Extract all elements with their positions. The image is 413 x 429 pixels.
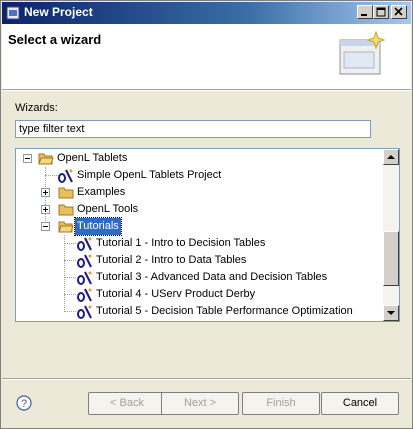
tree-item-label: Simple OpenL Tablets Project [77,169,222,181]
tree-item-label: Tutorial 2 - Intro to Data Tables [96,254,247,266]
eclipse-icon [6,6,20,20]
banner-divider [2,90,411,91]
tree-item-label: Tutorials [74,217,122,236]
tree-vertical-scrollbar[interactable] [383,149,399,321]
openl-wizard-icon [77,271,92,285]
expand-toggle-icon[interactable] [41,188,50,197]
back-button[interactable]: < Back [88,392,166,415]
new-wizard-banner-icon [339,30,386,75]
openl-wizard-icon [77,288,92,302]
help-icon[interactable]: ? [16,395,32,411]
openl-wizard-icon [77,305,92,319]
openl-wizard-icon [77,254,92,268]
tree-item-label: OpenL Tablets [57,152,128,164]
collapse-toggle-icon[interactable] [41,222,50,231]
maximize-icon [376,7,386,17]
wizards-label: Wizards: [15,102,58,114]
tree-item-tutorials[interactable]: Tutorials [16,217,376,236]
arrow-down-icon [387,311,395,315]
scroll-up-button[interactable] [383,149,399,165]
folder-open-icon [58,221,74,233]
tree-item-tutorial-1[interactable]: Tutorial 1 - Intro to Decision Tables [16,235,376,252]
tree-item-openl-tools[interactable]: OpenL Tools [16,201,376,218]
folder-icon [58,187,74,199]
close-button[interactable] [391,5,407,19]
cancel-button[interactable]: Cancel [321,392,399,415]
wizard-filter-input[interactable] [15,120,371,138]
scroll-down-button[interactable] [383,305,399,321]
scroll-thumb[interactable] [383,231,399,286]
tree-item-openl-tablets[interactable]: OpenL Tablets [16,150,376,167]
wizard-tree-content: OpenL Tablets Simple OpenL Tablets Proje… [16,149,383,321]
finish-button[interactable]: Finish [242,392,320,415]
tree-item-label: OpenL Tools [77,203,139,215]
tree-item-label: Examples [77,186,126,198]
page-title: Select a wizard [8,32,102,47]
tree-item-tutorial-5[interactable]: Tutorial 5 - Decision Table Performance … [16,303,376,320]
tree-item-tutorial-3[interactable]: Tutorial 3 - Advanced Data and Decision … [16,269,376,286]
window-title: New Project [24,5,93,19]
folder-icon [58,204,74,216]
wizard-banner: Select a wizard [2,24,411,90]
minimize-icon [361,14,367,16]
maximize-button[interactable] [373,5,389,19]
title-bar[interactable]: New Project [2,2,411,24]
wizard-tree[interactable]: OpenL Tablets Simple OpenL Tablets Proje… [15,148,400,322]
tree-item-tutorial-4[interactable]: Tutorial 4 - UServ Product Derby [16,286,376,303]
tree-item-simple-openl-tablets-project[interactable]: Simple OpenL Tablets Project [16,167,376,184]
expand-toggle-icon[interactable] [41,205,50,214]
tree-item-label: Tutorial 5 - Decision Table Performance … [96,305,353,317]
openl-wizard-icon [77,237,92,251]
minimize-button[interactable] [357,5,373,19]
tree-item-label: Tutorial 3 - Advanced Data and Decision … [96,271,328,283]
tree-item-label: Tutorial 1 - Intro to Decision Tables [96,237,266,249]
button-bar-divider [2,378,411,380]
new-project-dialog: New Project Select a wizard Wizards: typ… [0,0,413,429]
close-icon [394,7,403,16]
next-button[interactable]: Next > [161,392,239,415]
arrow-up-icon [387,155,395,159]
openl-wizard-icon [58,169,73,183]
tree-item-tutorial-2[interactable]: Tutorial 2 - Intro to Data Tables [16,252,376,269]
collapse-toggle-icon[interactable] [23,154,32,163]
svg-text:?: ? [21,398,27,410]
folder-open-icon [38,153,54,165]
tree-item-examples[interactable]: Examples [16,184,376,201]
tree-item-label: Tutorial 4 - UServ Product Derby [96,288,256,300]
